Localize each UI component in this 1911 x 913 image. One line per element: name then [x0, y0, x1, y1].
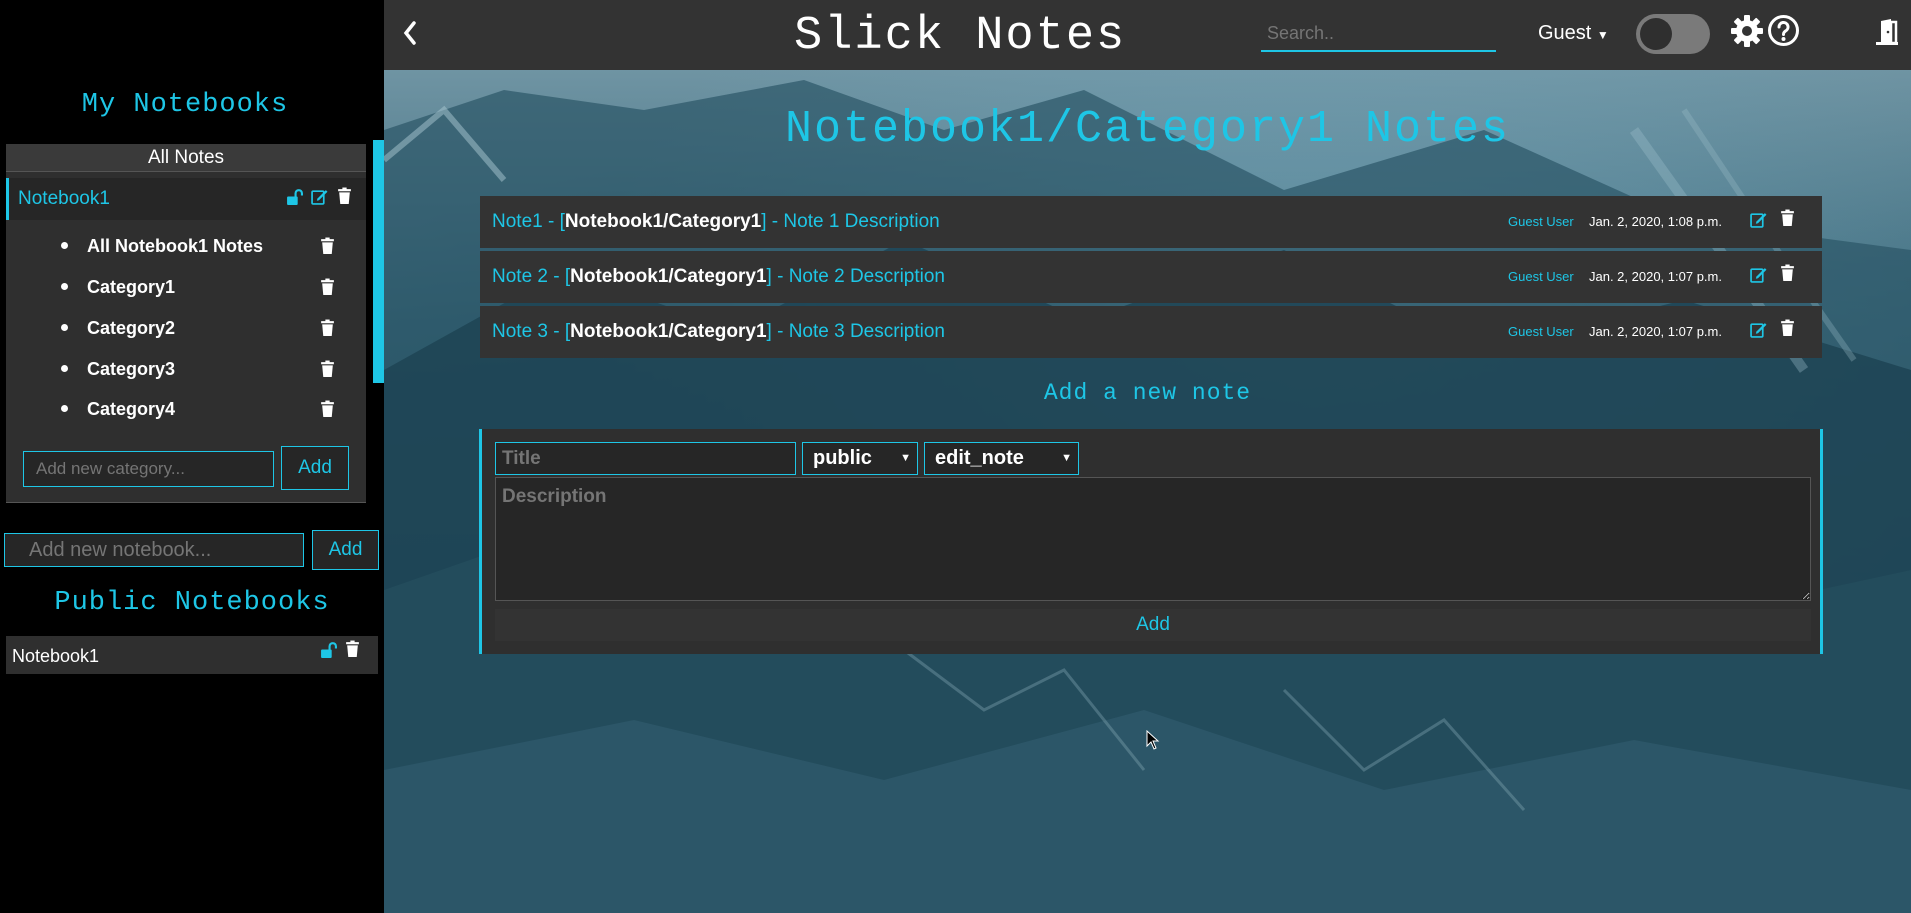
note-link[interactable]: Note 3 - [Notebook1/Category1] - Note 3 … [492, 321, 945, 343]
edit-icon[interactable] [1750, 321, 1767, 338]
caret-down-icon: ▼ [900, 452, 911, 464]
trash-icon[interactable] [1779, 209, 1796, 226]
note-type-value: edit_note [935, 447, 1024, 469]
add-category-button[interactable]: Add [281, 446, 349, 490]
caret-down-icon: ▼ [1061, 452, 1072, 464]
note-date: Jan. 2, 2020, 1:07 p.m. [1589, 324, 1722, 339]
bullet [61, 365, 68, 372]
sidebar: My Notebooks All Notes Notebook1 All Not… [0, 0, 384, 913]
trash-icon[interactable] [1779, 319, 1796, 336]
visibility-select[interactable]: public ▼ [802, 442, 918, 475]
trash-icon[interactable] [319, 360, 336, 377]
note-description: Note 2 Description [788, 266, 945, 287]
add-category-input[interactable] [23, 451, 274, 487]
unlock-icon[interactable] [320, 641, 337, 658]
public-notebook-item[interactable]: Notebook1 [6, 636, 378, 674]
help-icon[interactable] [1767, 14, 1800, 52]
category-label[interactable]: Category2 [87, 318, 175, 339]
note-author: Guest User [1508, 324, 1574, 339]
trash-icon[interactable] [344, 640, 361, 657]
page-title: Notebook1/Category1 Notes [784, 104, 1511, 155]
note-date: Jan. 2, 2020, 1:07 p.m. [1589, 269, 1722, 284]
chevron-left-icon[interactable] [402, 20, 418, 51]
note-title-input[interactable] [495, 442, 796, 475]
trash-icon[interactable] [319, 237, 336, 254]
note-path: Notebook1/Category1 [564, 211, 762, 232]
note-description: Note 1 Description [783, 211, 940, 232]
visibility-value: public [813, 447, 872, 469]
edit-icon[interactable] [1750, 266, 1767, 283]
category-item-3[interactable]: Category3 [6, 349, 366, 389]
note-author: Guest User [1508, 214, 1574, 229]
user-menu-label[interactable]: Guest [1538, 22, 1591, 44]
description-textarea[interactable] [495, 477, 1811, 601]
add-notebook-input[interactable] [4, 533, 304, 567]
note-row[interactable]: Note 3 - [Notebook1/Category1] - Note 3 … [480, 306, 1822, 358]
add-note-title: Add a new note [1043, 380, 1252, 406]
note-row[interactable]: Note1 - [Notebook1/Category1] - Note 1 D… [480, 196, 1822, 248]
bullet [61, 324, 68, 331]
note-title: Note 2 [492, 266, 548, 287]
note-date: Jan. 2, 2020, 1:08 p.m. [1589, 214, 1722, 229]
notebook-label[interactable]: Notebook1 [18, 188, 110, 210]
public-notebooks-title: Public Notebooks [54, 588, 330, 618]
add-note-form: public ▼ edit_note ▼ Add [479, 429, 1823, 654]
trash-icon[interactable] [1779, 264, 1796, 281]
note-link[interactable]: Note1 - [Notebook1/Category1] - Note 1 D… [492, 211, 940, 233]
all-notes-link[interactable]: All Notes [6, 144, 366, 172]
notebook-item[interactable]: Notebook1 [6, 178, 366, 220]
category-label[interactable]: Category1 [87, 277, 175, 298]
trash-icon[interactable] [319, 278, 336, 295]
divider [6, 502, 366, 503]
bullet [61, 405, 68, 412]
theme-toggle[interactable] [1636, 14, 1710, 54]
gear-icon[interactable] [1730, 14, 1764, 53]
category-label[interactable]: Category4 [87, 399, 175, 420]
category-label[interactable]: All Notebook1 Notes [87, 236, 263, 257]
public-notebook-label[interactable]: Notebook1 [12, 646, 99, 667]
toggle-knob [1640, 18, 1672, 50]
category-item-4[interactable]: Category4 [6, 389, 366, 429]
note-path: Notebook1/Category1 [570, 266, 767, 287]
user-menu[interactable]: Guest ▼ [1538, 22, 1609, 45]
bullet [61, 242, 68, 249]
edit-icon[interactable] [311, 188, 328, 205]
category-item-1[interactable]: Category1 [6, 267, 366, 307]
trash-icon[interactable] [319, 400, 336, 417]
category-item-all[interactable]: All Notebook1 Notes [6, 226, 366, 266]
category-label[interactable]: Category3 [87, 359, 175, 380]
top-bar: Slick Notes Guest ▼ [384, 0, 1911, 70]
sidebar-scrollbar[interactable] [373, 140, 384, 383]
note-link[interactable]: Note 2 - [Notebook1/Category1] - Note 2 … [492, 266, 945, 288]
note-title: Note1 [492, 211, 543, 232]
notebook-panel: All Notes Notebook1 All Notebook1 Notes … [6, 144, 366, 502]
add-notebook-button[interactable]: Add [312, 530, 379, 570]
note-type-select[interactable]: edit_note ▼ [924, 442, 1079, 475]
my-notebooks-title: My Notebooks [81, 90, 289, 120]
unlock-icon[interactable] [286, 188, 303, 205]
logout-door-icon[interactable] [1874, 18, 1900, 51]
main-content: Notebook1/Category1 Notes Note1 - [Noteb… [384, 70, 1911, 913]
note-author: Guest User [1508, 269, 1574, 284]
trash-icon[interactable] [336, 187, 353, 204]
mouse-cursor-icon [1146, 729, 1160, 755]
search-input[interactable] [1261, 16, 1496, 52]
trash-icon[interactable] [319, 319, 336, 336]
app-title: Slick Notes [794, 10, 1127, 63]
category-item-2[interactable]: Category2 [6, 308, 366, 348]
caret-down-icon: ▼ [1596, 28, 1609, 42]
edit-icon[interactable] [1750, 211, 1767, 228]
note-description: Note 3 Description [788, 321, 945, 342]
note-path: Notebook1/Category1 [570, 321, 767, 342]
bullet [61, 283, 68, 290]
add-note-button[interactable]: Add [495, 609, 1811, 641]
note-title: Note 3 [492, 321, 548, 342]
note-row[interactable]: Note 2 - [Notebook1/Category1] - Note 2 … [480, 251, 1822, 303]
